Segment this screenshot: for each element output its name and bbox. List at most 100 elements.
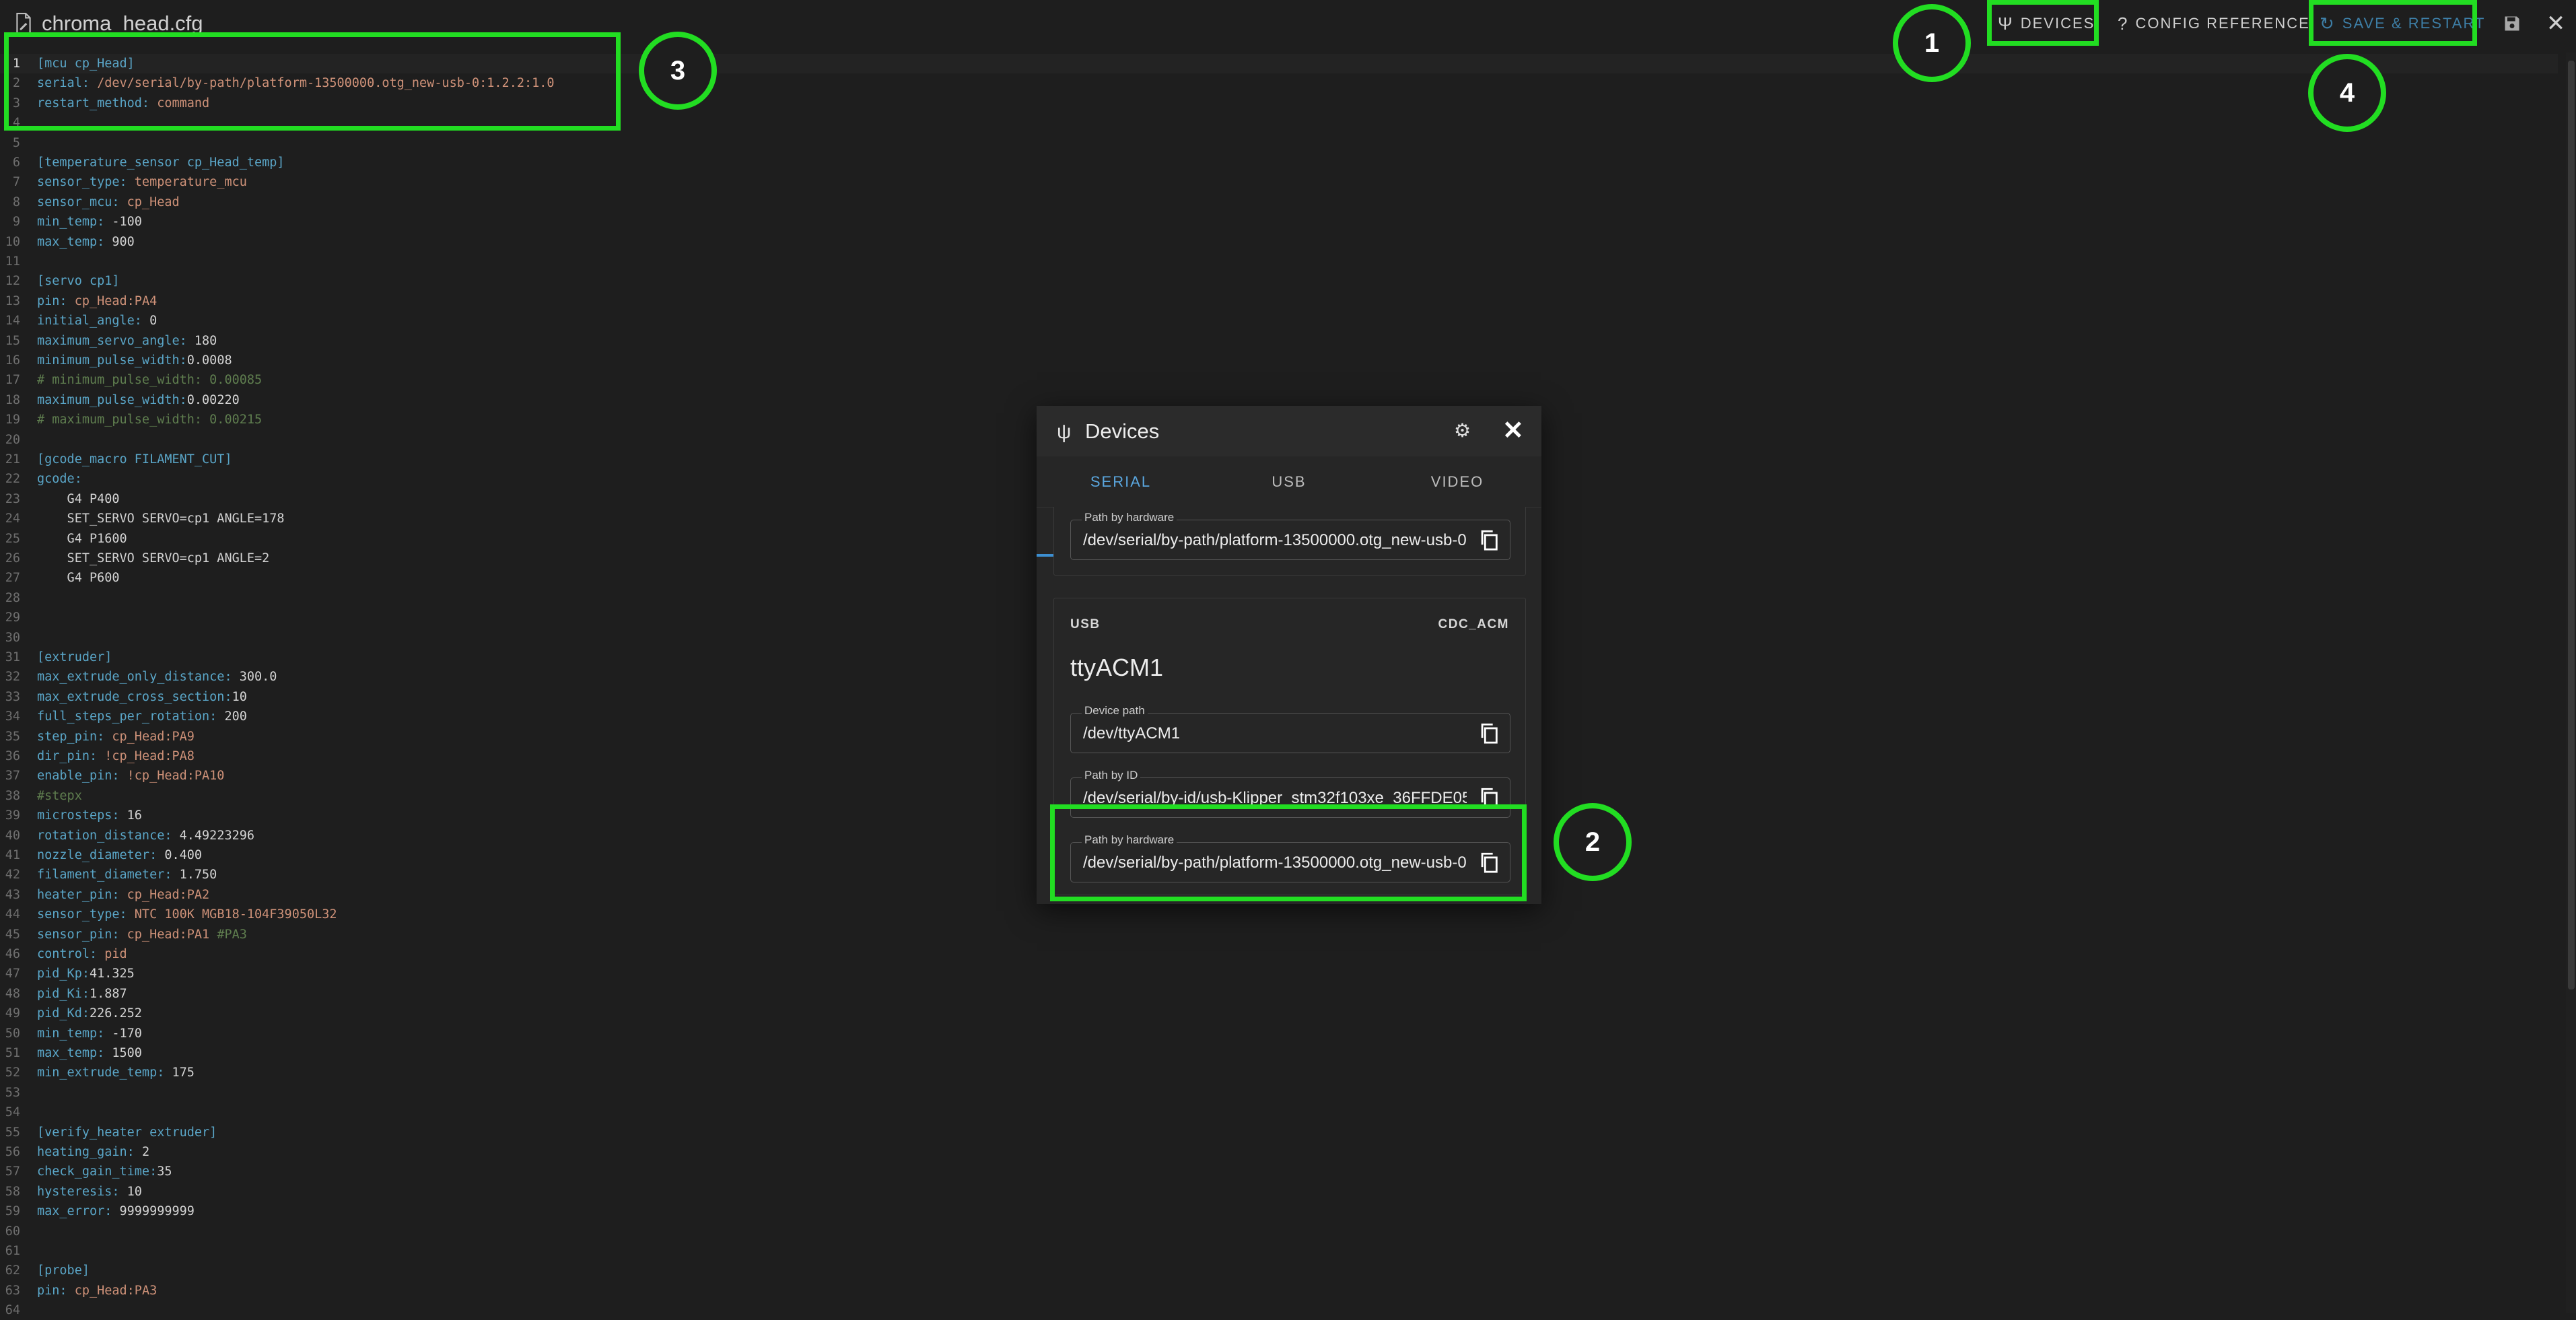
- code-token: 226.252: [89, 1006, 142, 1021]
- code-line[interactable]: 16 minimum_pulse_width:0.0008: [0, 351, 2558, 370]
- annotation-box-devices: [1987, 0, 2099, 46]
- dialog-tabs: SERIAL USB VIDEO: [1037, 456, 1541, 557]
- device-type: USB: [1070, 617, 1101, 631]
- line-code: nozzle_diameter: 0.400: [37, 845, 202, 865]
- code-token: max_extrude_cross_section:: [37, 689, 232, 704]
- code-line[interactable]: 44 sensor_type: NTC 100K MGB18-104F39050L…: [0, 905, 2558, 924]
- tab-serial[interactable]: SERIAL: [1037, 456, 1205, 507]
- line-number: 53: [5, 1085, 20, 1100]
- tab-usb[interactable]: USB: [1205, 456, 1373, 507]
- annotation-marker-3: 3: [639, 32, 717, 110]
- code-line[interactable]: 9 min_temp: -100: [0, 212, 2558, 232]
- code-line[interactable]: 53: [0, 1083, 2558, 1103]
- code-line[interactable]: 61: [0, 1241, 2558, 1261]
- code-line[interactable]: 12 [servo cp1]: [0, 271, 2558, 291]
- code-token: 4.49223296: [179, 828, 255, 843]
- code-line[interactable]: 64: [0, 1300, 2558, 1320]
- line-number: 51: [5, 1046, 20, 1060]
- close-editor-button[interactable]: ✕: [2543, 0, 2570, 47]
- editor-scroll-thumb[interactable]: [2568, 61, 2575, 989]
- code-token: 1500: [112, 1046, 142, 1060]
- code-line[interactable]: 17 # minimum_pulse_width: 0.00085: [0, 370, 2558, 390]
- code-line[interactable]: 8 sensor_mcu: cp_Head: [0, 193, 2558, 212]
- line-code: G4 P600: [37, 568, 120, 588]
- line-number: 54: [5, 1105, 20, 1120]
- line-number: 57: [5, 1165, 20, 1179]
- line-code: G4 P400: [37, 489, 120, 509]
- code-token: #stepx: [37, 788, 82, 803]
- code-line[interactable]: 6 [temperature_sensor cp_Head_temp]: [0, 153, 2558, 172]
- code-token: 35: [157, 1165, 172, 1179]
- code-token: maximum_pulse_width:: [37, 392, 187, 407]
- code-token: initial_angle:: [37, 314, 150, 328]
- line-number: 52: [5, 1066, 20, 1080]
- code-line[interactable]: 48 pid_Ki:1.887: [0, 984, 2558, 1004]
- line-number: 14: [5, 314, 20, 328]
- annotation-box-path-by-hardware: [1050, 804, 1527, 901]
- code-line[interactable]: 52 min_extrude_temp: 175: [0, 1063, 2558, 1082]
- code-line[interactable]: 60: [0, 1222, 2558, 1241]
- config-reference-button[interactable]: ? CONFIG REFERENCE: [2118, 0, 2310, 47]
- gear-icon[interactable]: ⚙: [1454, 419, 1471, 442]
- line-number: 60: [5, 1224, 20, 1239]
- annotation-marker-1: 1: [1893, 4, 1971, 82]
- line-number: 59: [5, 1204, 20, 1219]
- code-line[interactable]: 10 max_temp: 900: [0, 232, 2558, 252]
- line-code: max_extrude_cross_section:10: [37, 687, 247, 707]
- code-line[interactable]: 58 hysteresis: 10: [0, 1182, 2558, 1202]
- device-name: ttyACM1: [1070, 654, 1164, 681]
- floppy-disk-icon: [2505, 16, 2519, 31]
- code-line[interactable]: 46 control: pid: [0, 944, 2558, 964]
- close-icon[interactable]: ✕: [1502, 415, 1524, 446]
- save-button[interactable]: [2499, 0, 2526, 47]
- code-line[interactable]: 45 sensor_pin: cp_Head:PA1 #PA3: [0, 925, 2558, 944]
- line-number: 22: [5, 472, 20, 487]
- line-code: maximum_pulse_width:0.00220: [37, 390, 240, 410]
- copy-icon[interactable]: [1477, 722, 1500, 744]
- code-line[interactable]: 57 check_gain_time:35: [0, 1162, 2558, 1181]
- copy-icon[interactable]: [1477, 528, 1500, 551]
- code-line[interactable]: 63 pin: cp_Head:PA3: [0, 1281, 2558, 1300]
- code-token: min_extrude_temp:: [37, 1066, 172, 1080]
- code-line[interactable]: 49 pid_Kd:226.252: [0, 1004, 2558, 1023]
- line-code: minimum_pulse_width:0.0008: [37, 351, 232, 370]
- tab-video[interactable]: VIDEO: [1373, 456, 1541, 507]
- dialog-header: ψ Devices ⚙ ✕: [1037, 406, 1541, 456]
- code-token: -100: [112, 215, 142, 230]
- code-line[interactable]: 14 initial_angle: 0: [0, 311, 2558, 331]
- code-token: max_extrude_only_distance:: [37, 670, 240, 685]
- code-line[interactable]: 15 maximum_servo_angle: 180: [0, 331, 2558, 351]
- line-number: 11: [5, 254, 20, 269]
- code-token: 2: [141, 1145, 150, 1159]
- line-number: 45: [5, 927, 20, 942]
- code-line[interactable]: 7 sensor_type: temperature_mcu: [0, 172, 2558, 192]
- code-line[interactable]: 62 [probe]: [0, 1261, 2558, 1280]
- line-number: 58: [5, 1184, 20, 1199]
- code-token: cp_Head: [127, 195, 180, 209]
- field-value[interactable]: /dev/serial/by-path/platform-13500000.ot…: [1083, 531, 1467, 550]
- code-line[interactable]: 56 heating_gain: 2: [0, 1142, 2558, 1162]
- line-number: 21: [5, 452, 20, 466]
- code-token: check_gain_time:: [37, 1165, 158, 1179]
- code-token: 0.0008: [186, 353, 232, 368]
- code-line[interactable]: 11: [0, 252, 2558, 271]
- code-line[interactable]: 13 pin: cp_Head:PA4: [0, 291, 2558, 311]
- line-code: dir_pin: !cp_Head:PA8: [37, 746, 195, 766]
- code-line[interactable]: 55 [verify_heater extruder]: [0, 1123, 2558, 1142]
- code-token: microsteps:: [37, 808, 127, 823]
- field-value[interactable]: /dev/ttyACM1: [1083, 724, 1467, 743]
- code-line[interactable]: 5: [0, 133, 2558, 153]
- code-token: -170: [112, 1026, 142, 1041]
- line-code: check_gain_time:35: [37, 1162, 172, 1181]
- code-token: [extruder]: [37, 650, 112, 664]
- code-line[interactable]: 50 min_temp: -170: [0, 1024, 2558, 1043]
- code-line[interactable]: 51 max_temp: 1500: [0, 1043, 2558, 1063]
- line-code: sensor_type: NTC 100K MGB18-104F39050L32: [37, 905, 337, 924]
- code-token: 200: [224, 709, 247, 724]
- code-line[interactable]: 47 pid_Kp:41.325: [0, 964, 2558, 983]
- annotation-box-mcu-section: [4, 32, 621, 131]
- code-line[interactable]: 59 max_error: 9999999999: [0, 1202, 2558, 1221]
- line-number: 48: [5, 986, 20, 1001]
- line-number: 6: [12, 155, 20, 170]
- code-line[interactable]: 54: [0, 1103, 2558, 1122]
